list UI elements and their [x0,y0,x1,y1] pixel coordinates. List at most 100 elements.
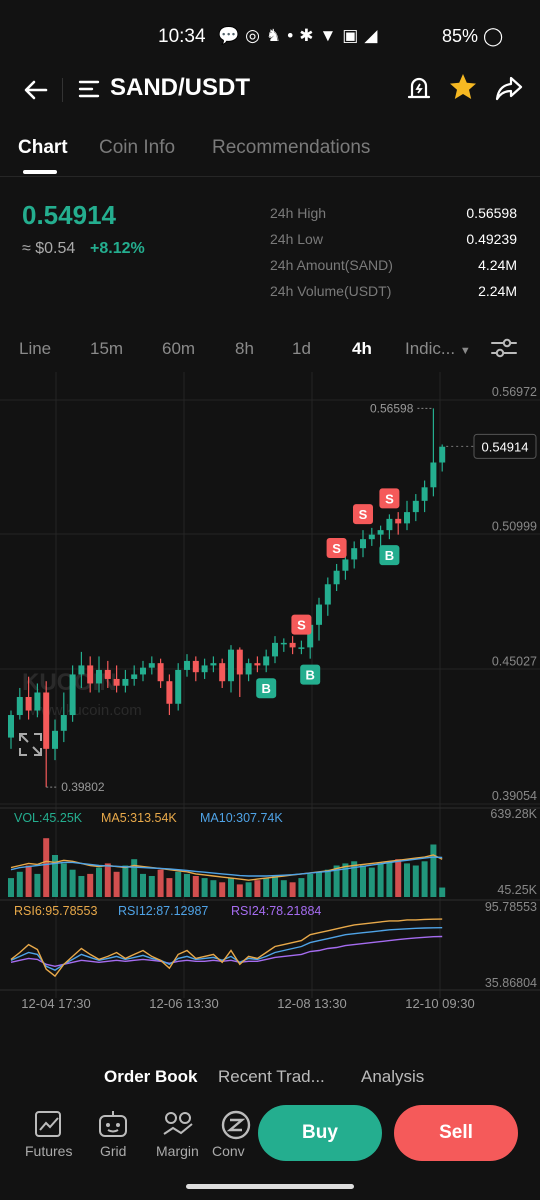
candle-body [324,584,331,605]
candle-body [219,663,226,682]
candle-body [192,660,199,673]
sell-button[interactable]: Sell [394,1105,518,1161]
candle-body [113,678,120,686]
marker-label: B [385,548,394,563]
back-arrow-icon[interactable] [22,76,50,104]
marker-label: B [262,681,271,696]
top-header: SAND/USDT [0,58,540,118]
candle-body [342,559,349,571]
bluetooth-icon: ✱ [299,26,320,45]
nav-margin-label[interactable]: Margin [156,1143,199,1159]
pair-title[interactable]: SAND/USDT [110,74,250,102]
volume-bar [140,873,146,897]
volume-bar [324,869,331,897]
battery-icon: ◯ [483,26,504,46]
time-axis-tick: 12-06 13:30 [149,996,218,1011]
candle-body [166,681,173,704]
buy-button[interactable]: Buy [258,1105,382,1161]
volume-bar [113,871,120,897]
stat-label-low: 24h Low [270,231,323,247]
volume-bar [210,880,217,897]
candle-body [236,649,243,675]
tab-coin-info[interactable]: Coin Info [99,137,175,159]
header-divider [62,78,63,102]
volume-bar [78,876,85,897]
home-indicator[interactable] [186,1184,354,1189]
volume-bar [25,865,32,897]
indicators-dropdown[interactable]: Indic... ▼ [405,339,471,359]
candle-body [184,660,190,670]
candle-body [16,696,23,716]
rsi-max-label: 95.78553 [485,900,537,914]
tab-analysis[interactable]: Analysis [361,1067,424,1087]
ma5-line [10,854,443,881]
candle-body [228,649,234,682]
tab-recommendations[interactable]: Recommendations [212,137,370,159]
candle-body [245,663,252,675]
convert-icon[interactable] [219,1108,253,1142]
tab-recent-trades[interactable]: Recent Trad... [218,1067,325,1087]
candle-body [87,665,94,684]
candlestick-chart[interactable]: KUCOIN www.kucoin.com BBSSSSB VOL:45.25K… [0,372,540,1020]
interval-1d[interactable]: 1d [292,339,311,359]
volume-bar [430,844,437,897]
price-alert-icon[interactable] [406,74,432,102]
futures-icon[interactable] [32,1108,66,1142]
nav-grid-label[interactable]: Grid [100,1143,126,1159]
candle-body [351,548,358,560]
candle-body [263,656,270,666]
candle-body [157,663,164,682]
signal-icon: ◢ [364,26,384,45]
tab-chart[interactable]: Chart [18,137,68,159]
volte-icon: ▣ [342,26,365,45]
interval-8h[interactable]: 8h [235,339,254,359]
interval-60m[interactable]: 60m [162,339,195,359]
candle-body [377,530,384,535]
marker-label: S [359,507,368,522]
rsi12-line [10,927,443,971]
volume-bar [280,880,287,897]
fullscreen-icon[interactable] [19,733,42,756]
margin-icon[interactable] [161,1108,195,1142]
volume-bar [289,882,296,897]
candle-body [430,462,437,488]
interval-15m[interactable]: 15m [90,339,123,359]
volume-bar [87,873,94,897]
chart-settings-icon[interactable] [490,336,518,360]
grid-bot-icon[interactable] [96,1108,130,1142]
fiat-price: ≈ $0.54 [22,240,76,257]
stat-label-high: 24h High [270,205,327,221]
volume-bar [360,865,366,897]
marker-label: S [332,541,341,556]
stat-label-volume: 24h Volume(USDT) [270,283,392,299]
interval-line[interactable]: Line [19,339,51,359]
volume-bar [16,871,23,897]
interval-4h[interactable]: 4h [352,339,372,359]
nav-convert-label[interactable]: Conv [212,1143,245,1159]
tab-order-book[interactable]: Order Book [104,1067,198,1087]
volume-bar [157,869,164,897]
stat-value-amount: 4.24M [478,257,517,273]
share-icon[interactable] [494,73,524,103]
volume-bar [60,863,67,897]
wifi-icon: ▼ [319,26,343,45]
volume-bar [245,882,252,897]
battery-level: 85% ◯ [442,26,503,47]
status-icons: 💬◎♞•✱▼▣◢ [218,26,383,46]
marker-label: B [306,668,315,683]
time-axis-tick: 12-04 17:30 [21,996,90,1011]
favorite-star-icon[interactable] [448,72,478,102]
pair-list-icon[interactable] [78,78,100,100]
volume-bar [307,873,314,897]
rsi24-label: RSI24:78.21884 [231,904,321,918]
volume-bar [377,863,384,897]
nav-futures-label[interactable]: Futures [25,1143,72,1159]
candle-body [122,678,129,686]
candle-body [175,669,182,704]
ma10-line [10,856,443,877]
battery-text: 85% [442,26,479,46]
high-price-label: 0.56598 [370,401,414,415]
candle-body [316,604,322,625]
volume-bar [122,865,129,897]
candle-body [60,715,67,731]
